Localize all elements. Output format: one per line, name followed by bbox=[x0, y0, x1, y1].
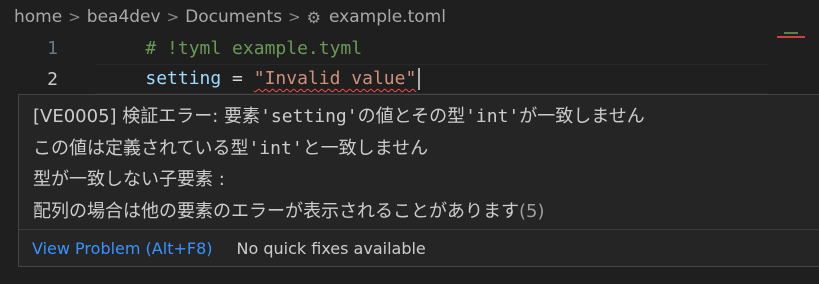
breadcrumb-item-home[interactable]: home bbox=[14, 7, 62, 27]
code-string-error[interactable]: "Invalid value" bbox=[254, 68, 417, 89]
editor-line-2[interactable]: 2 setting = "Invalid value" bbox=[0, 64, 819, 94]
hover-status-bar: View Problem (Alt+F8) No quick fixes ava… bbox=[19, 229, 819, 267]
code-operator[interactable]: = bbox=[221, 68, 254, 89]
error-hover-popup: [VE0005] 検証エラー: 要素'setting'の値とその型'int'が一… bbox=[18, 94, 819, 267]
error-count: (5) bbox=[519, 200, 545, 222]
error-message: [VE0005] 検証エラー: 要素'setting'の値とその型'int'が一… bbox=[19, 95, 819, 227]
error-line-4: 配列の場合は他の要素のエラーが表示されることがあります(5) bbox=[33, 200, 545, 222]
chevron-right-icon: > bbox=[68, 8, 81, 26]
error-line-1: [VE0005] 検証エラー: 要素'setting'の値とその型'int'が一… bbox=[33, 106, 645, 127]
error-line-2: この値は定義されている型'int'と一致しません bbox=[33, 137, 429, 159]
code-key[interactable]: setting bbox=[145, 68, 221, 89]
no-quick-fixes-label: No quick fixes available bbox=[236, 239, 426, 258]
error-line-3: 型が一致しない子要素 : bbox=[33, 169, 225, 190]
text-cursor bbox=[418, 68, 421, 90]
line-number: 2 bbox=[47, 68, 58, 90]
view-problem-link[interactable]: View Problem (Alt+F8) bbox=[32, 239, 213, 258]
line-number: 1 bbox=[47, 37, 58, 59]
